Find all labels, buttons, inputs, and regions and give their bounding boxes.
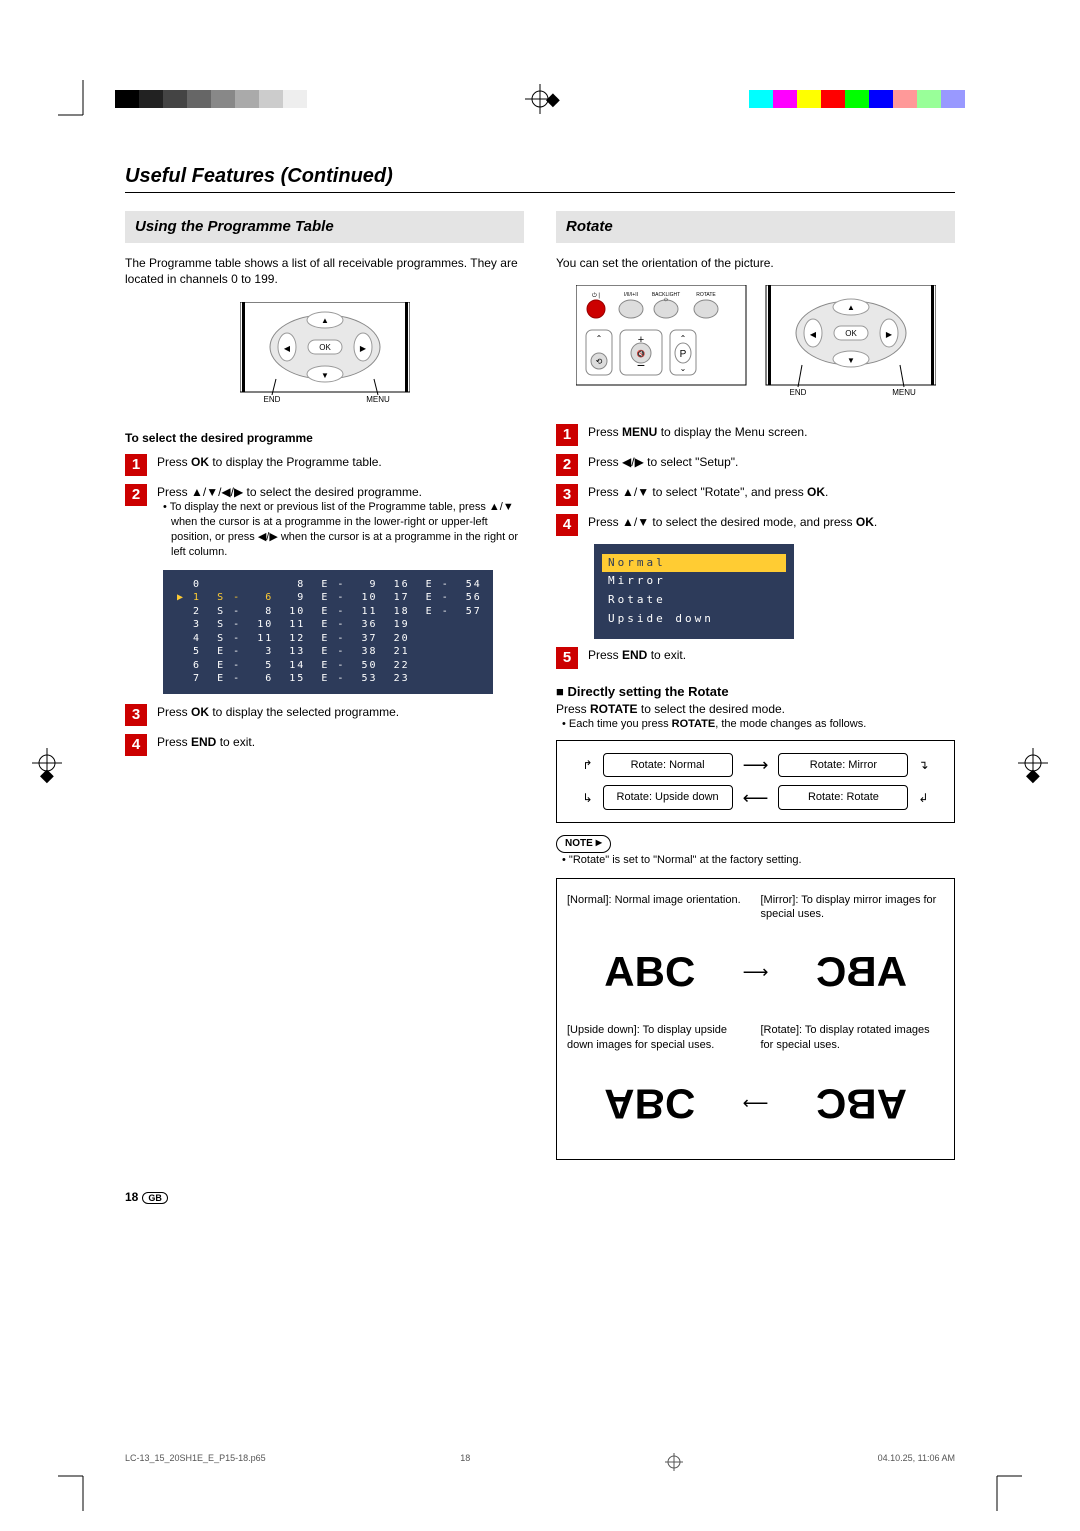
abc-upside-desc: [Upside down]: To display upside down im…: [567, 1023, 751, 1053]
abc-example-box: [Normal]: Normal image orientation. [Mir…: [556, 878, 955, 1161]
ok-label: OK: [319, 343, 331, 352]
right-heading: Rotate: [556, 211, 955, 243]
arrow-left-icon: ⟵: [743, 1091, 769, 1115]
svg-text:ROTATE: ROTATE: [696, 292, 716, 298]
note-text: • "Rotate" is set to "Normal" at the fac…: [570, 853, 955, 868]
right-intro: You can set the orientation of the pictu…: [556, 255, 955, 271]
svg-text:MENU: MENU: [366, 395, 390, 404]
svg-text:⟲: ⟲: [595, 357, 602, 366]
flow-mirror: Rotate: Mirror: [778, 753, 908, 778]
svg-text:OK: OK: [845, 329, 857, 338]
registration-mark-left: ◆: [32, 748, 62, 784]
direct-bullet: • Each time you press ROTATE, the mode c…: [570, 717, 955, 732]
note-tag: NOTE: [556, 835, 611, 853]
left-step-3: 3 Press OK to display the selected progr…: [125, 704, 524, 726]
svg-text:⏻ |: ⏻ |: [592, 292, 600, 299]
svg-text:P: P: [679, 349, 686, 360]
svg-text:⌃: ⌃: [595, 334, 602, 343]
left-intro: The Programme table shows a list of all …: [125, 255, 524, 287]
left-step-4: 4 Press END to exit.: [125, 734, 524, 756]
step-number: 4: [125, 734, 147, 756]
rotate-flow-diagram: ↱ Rotate: Normal ⟶ Rotate: Mirror ↴ ↳ Ro…: [556, 740, 955, 824]
rotate-mode-list: NormalMirrorRotateUpside down: [594, 544, 794, 639]
abc-rotate: ABC: [816, 1075, 907, 1132]
select-heading: To select the desired programme: [125, 430, 524, 446]
svg-text:▼: ▼: [847, 356, 855, 365]
title-rule: [125, 192, 955, 193]
step-number: 5: [556, 647, 578, 669]
svg-text:⌃: ⌃: [679, 334, 686, 343]
page-title: Useful Features (Continued): [125, 165, 955, 188]
abc-mirror-desc: [Mirror]: To display mirror images for s…: [761, 893, 945, 923]
left-step-2: 2 Press ▲/▼/◀/▶ to select the desired pr…: [125, 484, 524, 560]
step-number: 1: [125, 454, 147, 476]
crop-mark: [58, 80, 98, 120]
crop-mark: [58, 1471, 98, 1511]
flow-upside: Rotate: Upside down: [603, 785, 733, 810]
svg-text:☼: ☼: [662, 296, 668, 303]
right-step-3: 3 Press ▲/▼ to select "Rotate", and pres…: [556, 484, 955, 506]
svg-text:END: END: [263, 395, 280, 404]
step-number: 3: [125, 704, 147, 726]
svg-text:🔇: 🔇: [636, 349, 645, 358]
loop-arrow-icon: ↳: [583, 790, 593, 806]
svg-text:▼: ▼: [321, 371, 329, 380]
flow-normal: Rotate: Normal: [603, 753, 733, 778]
step-number: 1: [556, 424, 578, 446]
right-step-4: 4 Press ▲/▼ to select the desired mode, …: [556, 514, 955, 536]
step-number: 4: [556, 514, 578, 536]
left-step-1: 1 Press OK to display the Programme tabl…: [125, 454, 524, 476]
svg-text:MENU: MENU: [892, 388, 916, 397]
remote-diagram-left: ▲ ▼ ◀ ▶ OK END MENU: [125, 302, 524, 416]
abc-rotate-desc: [Rotate]: To display rotated images for …: [761, 1023, 945, 1053]
page-number: 18GB: [125, 1190, 955, 1204]
direct-text: Press ROTATE to select the desired mode.: [556, 701, 955, 717]
arrow-left-icon: ⟵: [743, 786, 769, 810]
crop-mark: [982, 1471, 1022, 1511]
arrow-right-icon: ⟶: [743, 753, 769, 777]
right-step-2: 2 Press ◀/▶ to select "Setup".: [556, 454, 955, 476]
right-step-5: 5 Press END to exit.: [556, 647, 955, 669]
step-number: 3: [556, 484, 578, 506]
svg-text:◀: ◀: [809, 330, 816, 339]
left-heading: Using the Programme Table: [125, 211, 524, 243]
loop-arrow-icon: ↴: [918, 757, 928, 773]
svg-text:I/II/I+II: I/II/I+II: [623, 292, 637, 298]
step-number: 2: [556, 454, 578, 476]
flow-rotate: Rotate: Rotate: [778, 785, 908, 810]
programme-table: 0▶ 1 S - 6 2 S - 8 3 S - 10 4 S - 11 5 E…: [163, 570, 493, 694]
abc-mirror: ABC: [816, 944, 907, 1001]
loop-arrow-icon: ↱: [583, 757, 593, 773]
remote-diagram-right: ⏻ | I/II/I+II BACKLIGHT ROTATE ☼ ⟲ ⌃ + −: [556, 285, 955, 409]
svg-text:◀: ◀: [283, 344, 290, 353]
svg-text:▶: ▶: [885, 330, 892, 339]
footer: LC-13_15_20SH1E_E_P15-18.p65 18 04.10.25…: [125, 1453, 955, 1471]
svg-text:▶: ▶: [359, 344, 366, 353]
svg-text:▲: ▲: [847, 303, 855, 312]
loop-arrow-icon: ↲: [918, 790, 928, 806]
svg-text:▲: ▲: [321, 316, 329, 325]
abc-upside: ABC: [604, 1075, 695, 1132]
svg-text:⌄: ⌄: [679, 364, 686, 373]
registration-mark-right: ◆: [1018, 748, 1048, 784]
abc-normal-desc: [Normal]: Normal image orientation.: [567, 893, 751, 923]
right-step-1: 1 Press MENU to display the Menu screen.: [556, 424, 955, 446]
step-number: 2: [125, 484, 147, 506]
svg-text:END: END: [789, 388, 806, 397]
arrow-right-icon: ⟶: [743, 960, 769, 984]
abc-normal: ABC: [604, 944, 695, 1001]
direct-heading: Directly setting the Rotate: [556, 683, 955, 701]
